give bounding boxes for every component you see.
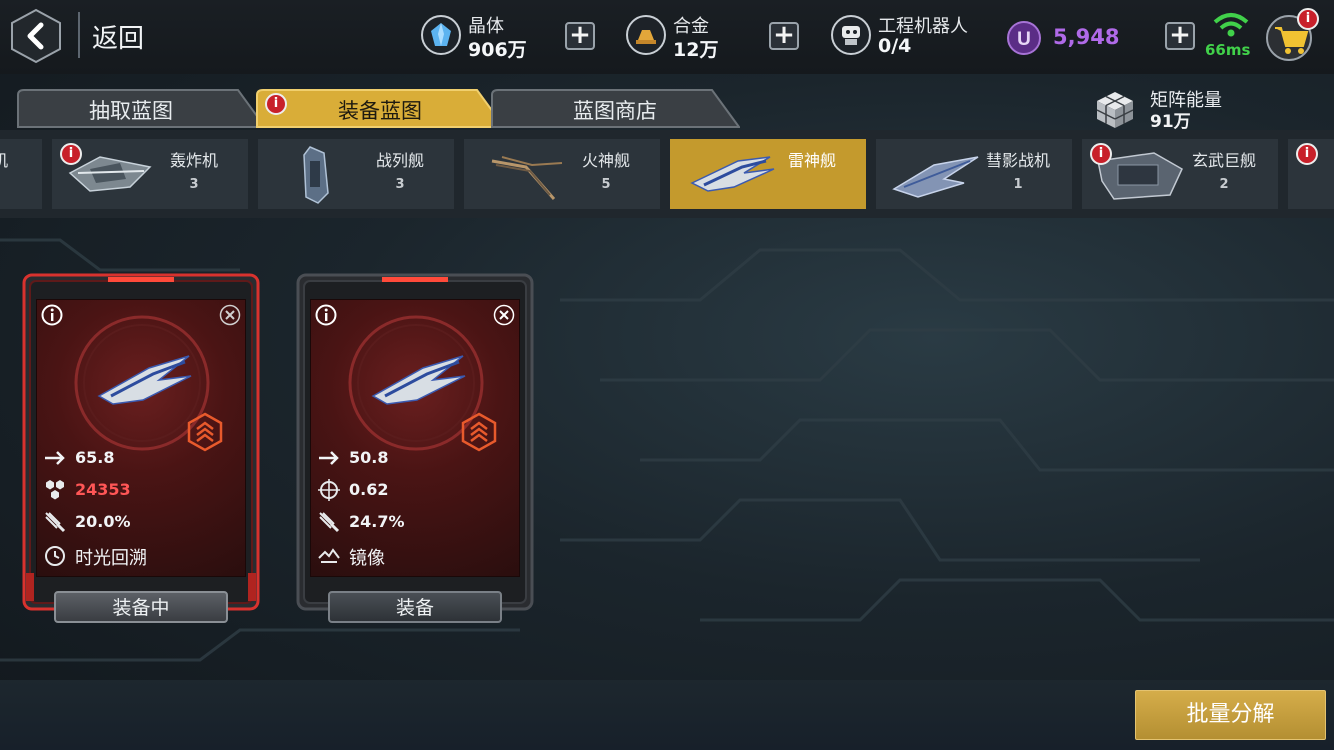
- back-button[interactable]: [10, 8, 62, 64]
- rank-icon: [461, 412, 497, 452]
- thor-ship-icon: [371, 355, 466, 405]
- battleship-icon: [303, 146, 329, 204]
- ship-name: 火神舰: [581, 151, 630, 170]
- tab-label: 装备蓝图: [338, 99, 422, 123]
- ship-item-xuanwu[interactable]: 玄武巨舰 2 i: [1082, 139, 1278, 209]
- ship-item-bomber[interactable]: 轰炸机 3 i: [52, 139, 248, 209]
- u-coin-icon: U: [1007, 21, 1041, 55]
- svg-text:U: U: [1017, 29, 1031, 50]
- ship-name: 彗影战机: [985, 151, 1050, 170]
- ship-count: 3: [189, 177, 199, 192]
- add-currency-button[interactable]: +: [1165, 22, 1195, 50]
- stat-value: 24353: [75, 480, 131, 499]
- skill-name: 镜像: [349, 548, 385, 569]
- ship-name: 机: [0, 151, 9, 170]
- resource-value: 906万: [468, 39, 527, 61]
- currency-value: 5,948: [1053, 25, 1120, 49]
- network-status: 66ms: [1203, 10, 1253, 60]
- ship-item-thor[interactable]: 雷神舰: [670, 139, 866, 209]
- stat-value: 65.8: [75, 448, 115, 467]
- back-arrow-icon: [11, 8, 61, 64]
- missile-icon: [319, 512, 340, 533]
- equipped-button[interactable]: 装备中: [54, 591, 228, 623]
- alert-badge-icon: i: [1296, 143, 1318, 165]
- blueprint-card[interactable]: 65.8 24353 20.0% 时光回溯 装备中: [22, 273, 260, 629]
- back-label[interactable]: 返回: [92, 18, 144, 55]
- add-alloy-button[interactable]: +: [769, 22, 799, 50]
- resource-robot: 工程机器人 0/4: [830, 10, 990, 64]
- resource-value: 12万: [673, 39, 719, 61]
- matrix-value: 91万: [1150, 112, 1191, 132]
- crosshair-icon: [318, 479, 340, 501]
- matrix-energy: 矩阵能量 91万: [1090, 84, 1250, 132]
- ship-type-strip: 机 轰炸机 3 i 战列舰 3 火神舰 5 雷神舰 彗影战机 1 玄武巨舰 2 …: [0, 130, 1334, 218]
- tab-label: 蓝图商店: [573, 99, 657, 123]
- ship-count: 5: [601, 177, 611, 192]
- blueprint-card[interactable]: 50.8 0.62 24.7% 镜像 装备: [296, 273, 534, 629]
- resource-alloy: 合金 12万: [625, 10, 755, 64]
- resource-crystal: 晶体 906万: [420, 10, 550, 64]
- ship-name: 玄武巨舰: [1191, 151, 1256, 170]
- add-crystal-button[interactable]: +: [565, 22, 595, 50]
- stat-value: 0.62: [349, 480, 389, 499]
- thor-ship-icon: [690, 156, 775, 192]
- header-divider: [78, 12, 80, 58]
- mirror-icon: [318, 548, 340, 563]
- hexagon-cluster-icon: [46, 480, 64, 500]
- ship-count: 1: [1013, 177, 1023, 192]
- batch-dismantle-button[interactable]: 批量分解: [1135, 690, 1326, 740]
- arrow-right-icon: [45, 451, 65, 465]
- missile-icon: [45, 512, 66, 533]
- arrow-right-icon: [319, 451, 339, 465]
- alert-badge-icon: i: [265, 93, 287, 115]
- ship-count: 3: [395, 177, 405, 192]
- info-icon[interactable]: [41, 304, 63, 326]
- ping-value: 66ms: [1205, 41, 1251, 59]
- ship-count: 2: [1219, 177, 1229, 192]
- ship-item-partial[interactable]: 机: [0, 139, 42, 209]
- alert-badge-icon: i: [1297, 8, 1319, 30]
- card-body: 50.8 0.62 24.7% 镜像: [310, 299, 520, 577]
- wifi-icon: [1213, 13, 1249, 37]
- equip-button[interactable]: 装备: [328, 591, 502, 623]
- close-icon[interactable]: [493, 304, 515, 326]
- info-icon[interactable]: [315, 304, 337, 326]
- comet-fighter-icon: [892, 156, 979, 198]
- time-rewind-icon: [45, 546, 65, 566]
- ship-item-battleship[interactable]: 战列舰 3: [258, 139, 454, 209]
- ship-item-comet-fighter[interactable]: 彗影战机 1: [876, 139, 1072, 209]
- tab-draw-blueprint[interactable]: 抽取蓝图: [16, 89, 266, 129]
- stat-value: 24.7%: [349, 512, 405, 531]
- ship-name: 战列舰: [375, 151, 424, 170]
- ship-name: 轰炸机: [169, 151, 218, 170]
- thor-ship-icon: [97, 355, 192, 405]
- ship-name: 雷神舰: [787, 151, 836, 170]
- top-bar: 返回 晶体 906万 + 合金 12万 + 工程机器人 0/4 U 5,948 …: [0, 0, 1334, 74]
- tab-label: 抽取蓝图: [89, 99, 173, 123]
- skill-name: 时光回溯: [75, 548, 147, 569]
- robot-icon: [831, 15, 871, 55]
- card-body: 65.8 24353 20.0% 时光回溯: [36, 299, 246, 577]
- alloy-icon: [626, 15, 666, 55]
- crystal-icon: [421, 15, 461, 55]
- alert-badge-icon: i: [1090, 143, 1112, 165]
- tab-blueprint-shop[interactable]: 蓝图商店: [490, 89, 740, 129]
- tab-equip-blueprint[interactable]: 装备蓝图 i: [255, 89, 505, 129]
- shop-cart-button[interactable]: i: [1265, 8, 1319, 62]
- vulcan-ship-icon: [491, 156, 563, 200]
- resource-value: 0/4: [878, 35, 912, 57]
- ship-item-partial[interactable]: i: [1288, 139, 1334, 209]
- close-icon[interactable]: [219, 304, 241, 326]
- cube-icon: [1096, 92, 1134, 128]
- alert-badge-icon: i: [60, 143, 82, 165]
- rank-icon: [187, 412, 223, 452]
- stat-value: 50.8: [349, 448, 389, 467]
- stat-value: 20.0%: [75, 512, 131, 531]
- bottom-bar: [0, 680, 1334, 750]
- ship-item-vulcan[interactable]: 火神舰 5: [464, 139, 660, 209]
